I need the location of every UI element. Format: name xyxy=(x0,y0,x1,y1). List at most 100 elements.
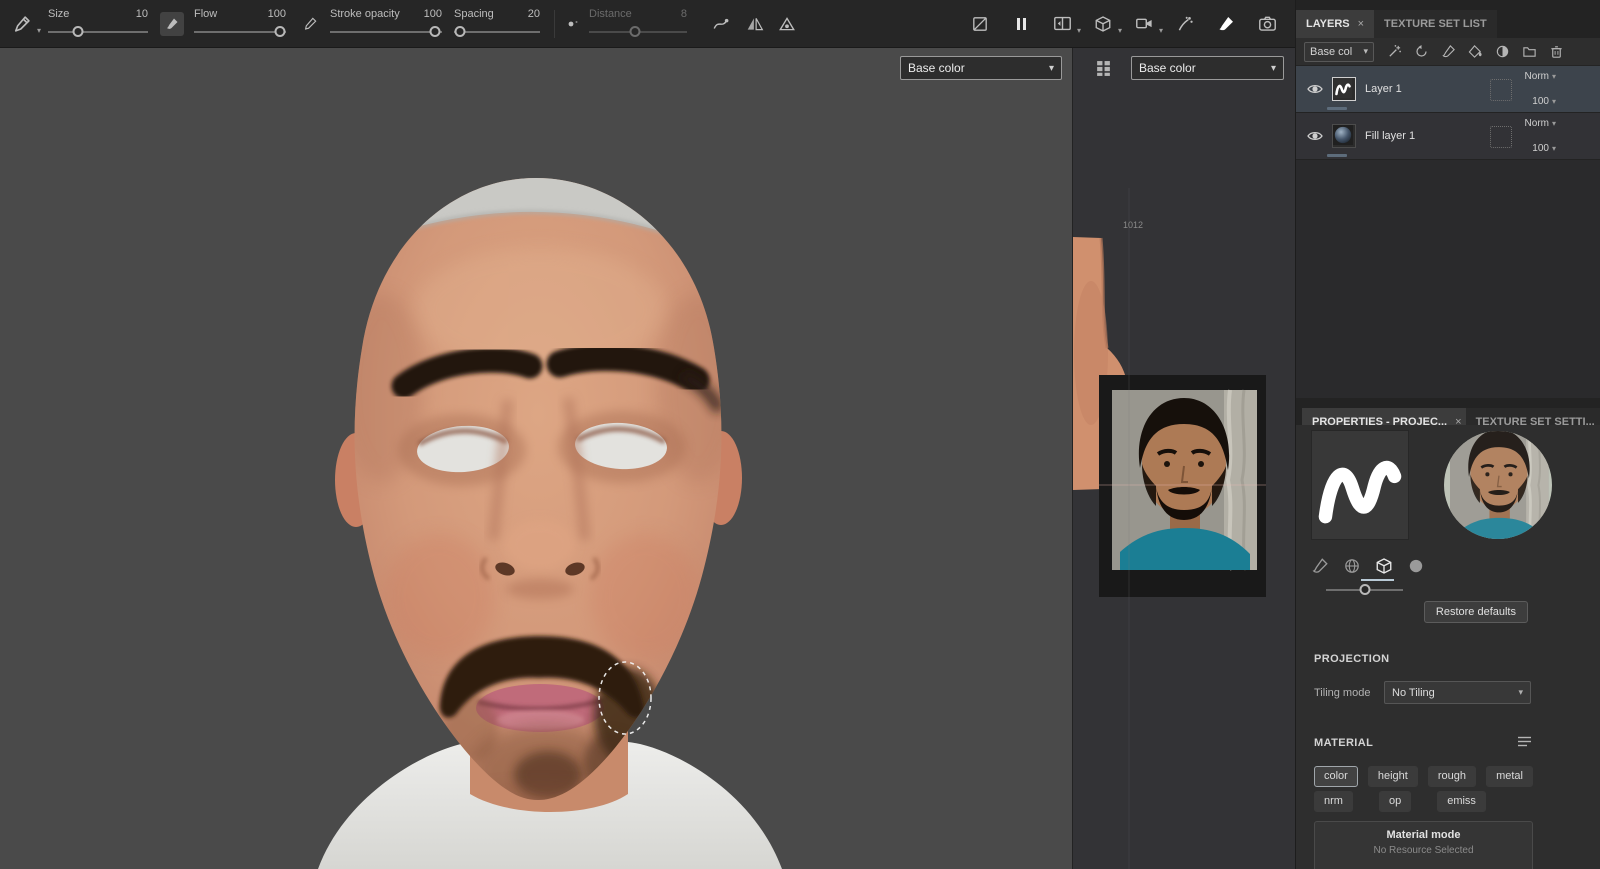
camera-view-icon[interactable]: ▾ xyxy=(1132,12,1156,36)
chevron-down-icon: ▾ xyxy=(1077,27,1081,35)
lazy-mouse-icon[interactable] xyxy=(709,12,733,36)
tiling-mode-label: Tiling mode xyxy=(1314,687,1370,699)
layer-blend-mode[interactable]: Norm▾ xyxy=(1525,71,1556,82)
pause-engine-button[interactable] xyxy=(1009,12,1033,36)
material-mode-box[interactable]: Material mode No Resource Selected xyxy=(1314,821,1533,869)
layer-list: Layer 1 Norm▾ 100▾ Fill layer 1 Norm▾ 10… xyxy=(1296,66,1600,398)
triplanar-cube-mode-icon[interactable] xyxy=(1374,556,1394,576)
layer-blend-mode[interactable]: Norm▾ xyxy=(1525,118,1556,129)
active-mode-underline xyxy=(1361,579,1394,581)
split-view-icon[interactable]: ▾ xyxy=(1050,12,1074,36)
tab-layers[interactable]: LAYERS × xyxy=(1296,10,1374,38)
camera-icon[interactable] xyxy=(1255,12,1279,36)
layer-thumbnail[interactable] xyxy=(1332,77,1356,101)
layer-opacity[interactable]: 100▾ xyxy=(1532,96,1556,107)
spacing-value[interactable]: 20 xyxy=(528,8,540,20)
substance-painter-window: ▾ Size10 Flow100 Stroke opacity100 Spaci… xyxy=(0,0,1600,869)
add-paint-layer-icon[interactable] xyxy=(1440,44,1456,60)
channel-chip-op[interactable]: op xyxy=(1379,791,1411,812)
layer-opacity[interactable]: 100▾ xyxy=(1532,143,1556,154)
channel-chip-rough[interactable]: rough xyxy=(1428,766,1476,787)
size-slider[interactable] xyxy=(48,24,148,39)
texture-set-grid-icon[interactable] xyxy=(1095,60,1112,77)
stroke-opacity-knob[interactable] xyxy=(430,26,441,37)
layer-visibility-eye-icon[interactable] xyxy=(1306,80,1324,98)
material-preview[interactable] xyxy=(1443,430,1553,540)
layers-tab-bar: LAYERS × TEXTURE SET LIST xyxy=(1296,0,1600,38)
channel-chip-metal[interactable]: metal xyxy=(1486,766,1533,787)
properties-content: Restore defaults PROJECTION Tiling mode … xyxy=(1296,425,1600,869)
spacing-track xyxy=(454,31,540,33)
projection-section-title: PROJECTION xyxy=(1314,653,1390,665)
viewport3d-channel-select[interactable]: Base color ▾ xyxy=(900,56,1062,80)
restore-defaults-button[interactable]: Restore defaults xyxy=(1424,601,1528,623)
add-fill-layer-icon[interactable] xyxy=(1467,44,1483,60)
uv-resolution-label: 1012 xyxy=(1123,220,1143,230)
dot-brush-icon[interactable] xyxy=(561,12,585,36)
projection-mode-icons xyxy=(1310,556,1426,576)
perspective-cube-icon[interactable]: ▾ xyxy=(1091,12,1115,36)
symmetry-icon[interactable] xyxy=(743,12,767,36)
channel-chip-height[interactable]: height xyxy=(1368,766,1418,787)
material-mode-status: No Resource Selected xyxy=(1315,845,1532,856)
size-control: Size 10 xyxy=(48,8,148,39)
viewport2d-channel-select[interactable]: Base color ▾ xyxy=(1131,56,1284,80)
hardness-slider[interactable] xyxy=(1326,583,1403,597)
hardness-slider-knob[interactable] xyxy=(1359,584,1370,595)
toolbar-divider xyxy=(554,10,555,38)
flow-slider[interactable] xyxy=(194,24,286,39)
distance-label: Distance xyxy=(589,8,632,20)
channel-chip-emiss[interactable]: emiss xyxy=(1437,791,1486,812)
sphere-mode-icon[interactable] xyxy=(1406,556,1426,576)
layer-blend-value: Norm xyxy=(1525,118,1549,129)
uv-globe-mode-icon[interactable] xyxy=(1342,556,1362,576)
chevron-down-icon: ▾ xyxy=(1159,27,1163,35)
material-channel-row-2: nrm op emiss xyxy=(1314,791,1533,812)
viewport-3d[interactable]: Base color ▾ xyxy=(0,48,1072,869)
tab-texture-set-list[interactable]: TEXTURE SET LIST xyxy=(1374,10,1497,38)
layer-thumbnail[interactable] xyxy=(1332,124,1356,148)
radial-symmetry-icon[interactable] xyxy=(775,12,799,36)
close-icon[interactable]: × xyxy=(1358,18,1364,30)
layer-mask-slot[interactable] xyxy=(1490,79,1512,101)
magic-wand-icon[interactable] xyxy=(1386,44,1402,60)
stroke-opacity-value[interactable]: 100 xyxy=(424,8,442,20)
size-label: Size xyxy=(48,8,69,20)
flow-slider-knob[interactable] xyxy=(274,26,285,37)
flow-value[interactable]: 100 xyxy=(268,8,286,20)
material-menu-icon[interactable] xyxy=(1517,735,1532,748)
spacing-slider[interactable] xyxy=(454,24,540,39)
stamp-mode-icon[interactable] xyxy=(1310,556,1330,576)
tiling-mode-select[interactable]: No Tiling ▾ xyxy=(1384,681,1531,704)
no-projection-icon[interactable] xyxy=(968,12,992,36)
delete-layer-trash-icon[interactable] xyxy=(1548,44,1564,60)
layers-channel-filter[interactable]: Base col ▾ xyxy=(1304,42,1374,62)
layer-name[interactable]: Layer 1 xyxy=(1365,83,1402,95)
layer-mask-slot[interactable] xyxy=(1490,126,1512,148)
add-effect-icon[interactable] xyxy=(1413,44,1429,60)
chevron-down-icon: ▾ xyxy=(1118,27,1122,35)
layer-row[interactable]: Fill layer 1 Norm▾ 100▾ xyxy=(1296,113,1600,160)
brush-stroke-preview[interactable] xyxy=(1311,430,1409,540)
spacing-knob[interactable] xyxy=(455,26,466,37)
layer-name[interactable]: Fill layer 1 xyxy=(1365,130,1415,142)
stroke-opacity-label: Stroke opacity xyxy=(330,8,400,20)
channel-chip-nrm[interactable]: nrm xyxy=(1314,791,1353,812)
brush-preset-button[interactable] xyxy=(160,12,184,36)
layer-row[interactable]: Layer 1 Norm▾ 100▾ xyxy=(1296,66,1600,113)
layer-visibility-eye-icon[interactable] xyxy=(1306,127,1324,145)
stroke-opacity-slider[interactable] xyxy=(330,24,442,39)
spacing-control: Spacing20 xyxy=(454,8,540,39)
size-value[interactable]: 10 xyxy=(136,8,148,20)
particle-brush-icon[interactable] xyxy=(1173,12,1197,36)
flow-slider-track xyxy=(194,31,286,33)
distance-control: Distance8 xyxy=(589,8,687,39)
add-group-folder-icon[interactable] xyxy=(1521,44,1537,60)
pencil-icon[interactable] xyxy=(298,12,322,36)
viewport-2d[interactable]: Base color ▾ 1012 xyxy=(1072,48,1295,869)
size-slider-knob[interactable] xyxy=(73,26,84,37)
add-smart-material-icon[interactable] xyxy=(1494,44,1510,60)
paint-tool-selector[interactable]: ▾ xyxy=(10,12,34,36)
channel-chip-color[interactable]: color xyxy=(1314,766,1358,787)
paint-brush-tool-icon[interactable] xyxy=(1214,12,1238,36)
